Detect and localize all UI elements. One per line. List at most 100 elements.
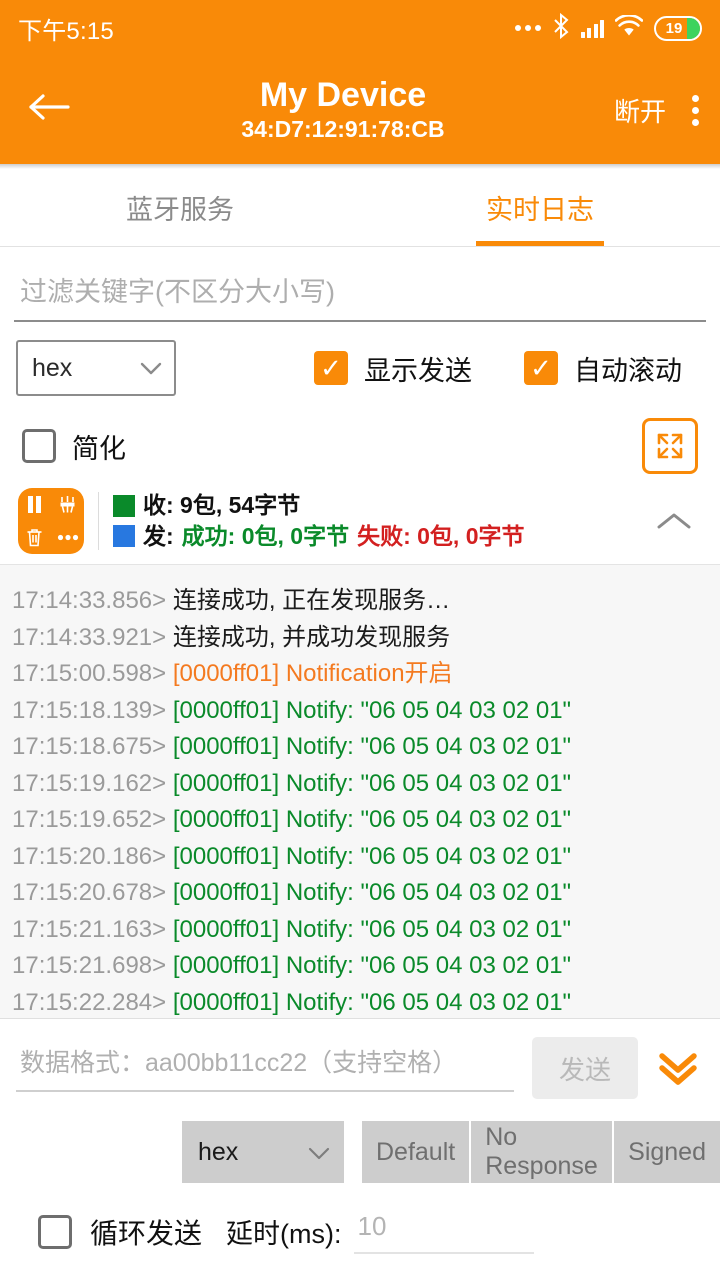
tab-bar: 蓝牙服务 实时日志 [0, 169, 720, 247]
simplify-label: 简化 [72, 427, 126, 466]
log-line: 17:15:21.163> [0000ff01] Notify: "06 05 … [12, 912, 708, 949]
options-row-primary: hex ✓ 显示发送 ✓ 自动滚动 [0, 322, 720, 396]
options-row-secondary: 简化 [0, 396, 720, 474]
rx-stats-text: 收: 9包, 54字节 [143, 491, 300, 520]
log-output[interactable]: 17:14:33.000> 连接成功, 等待发现服务 17:14:33.856>… [0, 564, 720, 1019]
log-timestamp: 17:15:20.186> [12, 843, 173, 870]
device-title-block: My Device 34:D7:12:91:78:CB [72, 76, 614, 145]
log-line: 17:14:33.921> 连接成功, 并成功发现服务 [12, 620, 708, 657]
log-message: 连接成功, 正在发现服务… [173, 587, 450, 614]
fullscreen-expand-icon[interactable] [642, 418, 698, 474]
chevron-up-icon[interactable] [646, 511, 702, 531]
delay-input[interactable] [354, 1209, 534, 1254]
log-line: 17:15:20.186> [0000ff01] Notify: "06 05 … [12, 839, 708, 876]
log-line: 17:15:18.675> [0000ff01] Notify: "06 05 … [12, 729, 708, 766]
tx-success-text: 成功: 0包, 0字节 [182, 522, 349, 551]
disconnect-button[interactable]: 断开 [614, 92, 666, 129]
seg-button-no-response[interactable]: No Response [471, 1121, 614, 1183]
battery-icon: 19 [654, 16, 702, 41]
log-timestamp: 17:14:33.000> [12, 564, 166, 565]
kebab-menu-icon[interactable] [690, 95, 700, 126]
log-line: 17:15:18.139> [0000ff01] Notify: "06 05 … [12, 693, 708, 730]
rx-color-swatch [113, 495, 135, 517]
log-message: [0000ff01] Notify: "06 05 04 03 02 01" [173, 843, 571, 870]
loop-send-row: 循环发送 延时(ms): [0, 1183, 720, 1254]
log-timestamp: 17:15:19.162> [12, 770, 173, 797]
simplify-checkbox[interactable]: 简化 [22, 427, 126, 466]
write-type-segmented-control: Default No Response Signed [362, 1121, 720, 1183]
log-timestamp: 17:15:18.675> [12, 733, 173, 760]
log-line: 17:15:19.652> [0000ff01] Notify: "06 05 … [12, 802, 708, 839]
log-line: 17:15:20.678> [0000ff01] Notify: "06 05 … [12, 875, 708, 912]
tx-prefix: 发: [143, 522, 174, 551]
seg-button-default[interactable]: Default [362, 1121, 471, 1183]
log-timestamp: 17:15:18.139> [12, 697, 173, 724]
bluetooth-icon [552, 13, 570, 43]
show-send-checkbox[interactable]: ✓ 显示发送 [314, 349, 472, 388]
log-timestamp: 17:15:22.284> [12, 989, 173, 1016]
log-timestamp: 17:14:33.921> [12, 624, 173, 651]
more-dots-icon [515, 25, 541, 31]
log-message: [0000ff01] Notify: "06 05 04 03 02 01" [173, 733, 571, 760]
log-message: [0000ff01] Notify: "06 05 04 03 02 01" [173, 770, 571, 797]
brush-icon [58, 495, 77, 514]
stats-row: 收: 9包, 54字节 发: 成功: 0包, 0字节 失败: 0包, 0字节 [0, 474, 720, 564]
app-root: 下午5:15 19 [0, 0, 720, 1280]
log-line-list: 17:14:33.856> 连接成功, 正在发现服务…17:14:33.921>… [12, 583, 708, 1019]
show-send-label: 显示发送 [364, 349, 472, 388]
log-message: [0000ff01] Notify: "06 05 04 03 02 01" [173, 697, 571, 724]
send-format-select[interactable]: hex [182, 1121, 344, 1183]
auto-scroll-checkbox[interactable]: ✓ 自动滚动 [524, 349, 682, 388]
log-line: 17:14:33.856> 连接成功, 正在发现服务… [12, 583, 708, 620]
app-bar: My Device 34:D7:12:91:78:CB 断开 [0, 56, 720, 164]
send-row: 发送 [0, 1019, 720, 1099]
log-format-select[interactable]: hex [16, 340, 176, 396]
auto-scroll-label: 自动滚动 [574, 349, 682, 388]
log-line: 17:15:21.698> [0000ff01] Notify: "06 05 … [12, 948, 708, 985]
tx-color-swatch [113, 525, 135, 547]
tab-realtime-log[interactable]: 实时日志 [360, 169, 720, 246]
log-timestamp: 17:14:33.856> [12, 587, 173, 614]
log-message: [0000ff01] Notify: "06 05 04 03 02 01" [173, 989, 571, 1016]
battery-level: 19 [666, 20, 683, 37]
stats-text-block: 收: 9包, 54字节 发: 成功: 0包, 0字节 失败: 0包, 0字节 [113, 489, 646, 553]
log-message: [0000ff01] Notify: "06 05 04 03 02 01" [173, 916, 571, 943]
double-chevron-down-icon[interactable] [652, 1048, 704, 1088]
loop-send-label: 循环发送 [90, 1212, 202, 1252]
log-message: [0000ff01] Notify: "06 05 04 03 02 01" [173, 879, 571, 906]
status-clock: 下午5:15 [18, 11, 114, 46]
cellular-signal-icon [581, 19, 605, 38]
filter-area [0, 247, 720, 322]
seg-button-signed[interactable]: Signed [614, 1121, 720, 1183]
status-icons: 19 [515, 13, 703, 43]
log-timestamp: 17:15:21.698> [12, 952, 173, 979]
log-line-clipped: 17:14:33.000> 连接成功, 等待发现服务 [12, 564, 708, 565]
loop-send-checkbox[interactable] [38, 1215, 72, 1249]
tab-bluetooth-services[interactable]: 蓝牙服务 [0, 169, 360, 246]
send-data-input[interactable] [16, 1045, 514, 1092]
tx-fail-text: 失败: 0包, 0字节 [357, 522, 524, 551]
log-message: [0000ff01] Notify: "06 05 04 03 02 01" [173, 806, 571, 833]
log-line: 17:15:19.162> [0000ff01] Notify: "06 05 … [12, 766, 708, 803]
log-message: 连接成功, 等待发现服务 [173, 564, 426, 565]
trash-icon [26, 528, 43, 547]
log-control-button[interactable] [18, 488, 84, 554]
checkbox-checked-icon: ✓ [524, 351, 558, 385]
checkbox-checked-icon: ✓ [314, 351, 348, 385]
log-message: 连接成功, 并成功发现服务 [173, 624, 450, 651]
send-button[interactable]: 发送 [532, 1037, 638, 1099]
stats-tx-line: 发: 成功: 0包, 0字节 失败: 0包, 0字节 [113, 522, 646, 551]
chevron-down-icon [140, 357, 162, 379]
log-timestamp: 17:15:21.163> [12, 916, 173, 943]
device-mac-address: 34:D7:12:91:78:CB [241, 115, 444, 145]
filter-keyword-input[interactable] [14, 273, 706, 322]
send-format-value: hex [198, 1138, 238, 1167]
checkbox-unchecked-icon [22, 429, 56, 463]
device-name: My Device [260, 76, 426, 114]
log-timestamp: 17:15:20.678> [12, 879, 173, 906]
log-line: 17:15:00.598> [0000ff01] Notification开启 [12, 656, 708, 693]
wifi-icon [615, 15, 643, 41]
log-format-value: hex [32, 354, 72, 383]
delay-label: 延时(ms): [226, 1212, 341, 1251]
stats-divider [98, 492, 99, 550]
